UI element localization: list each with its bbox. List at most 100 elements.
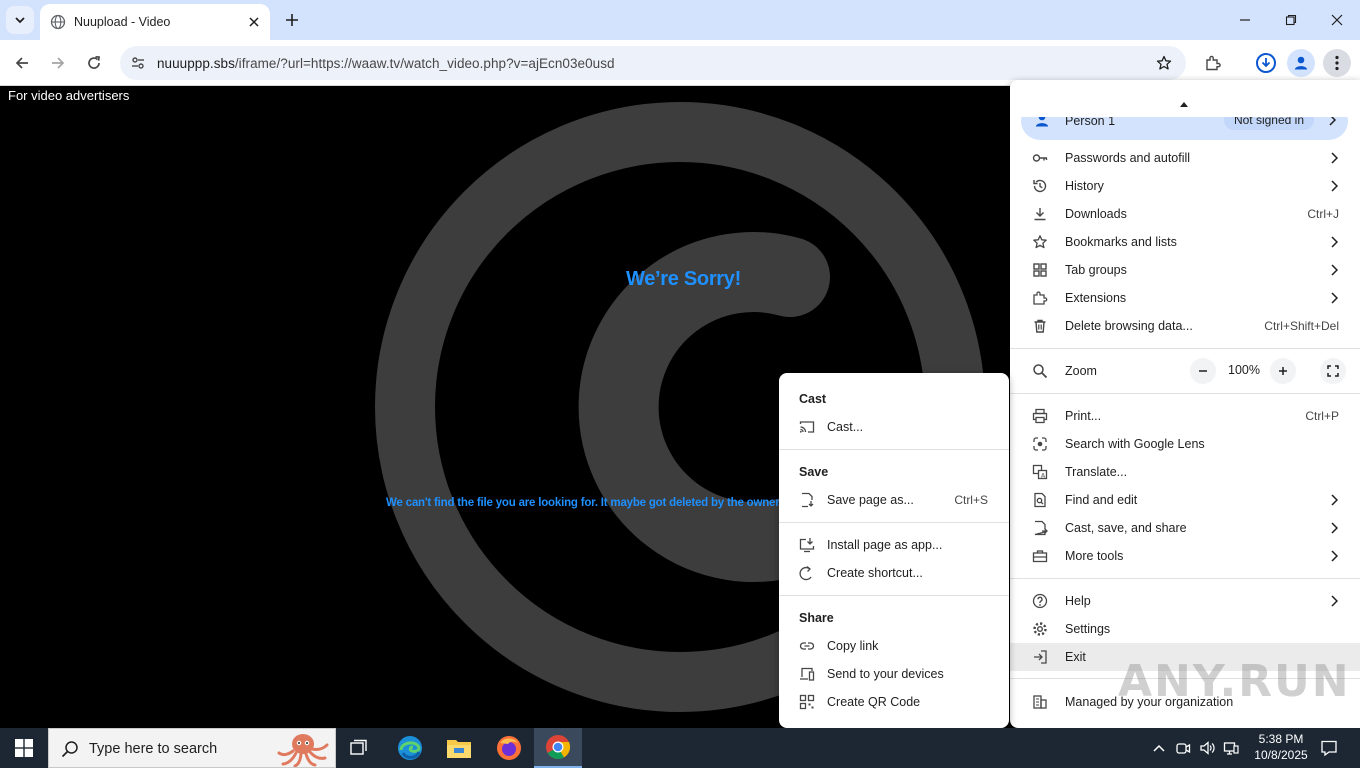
menu-item-google-lens[interactable]: Search with Google Lens <box>1010 430 1360 458</box>
submenu-item-label: Send to your devices <box>827 667 944 681</box>
menu-item-delete-browsing-data[interactable]: Delete browsing data... Ctrl+Shift+Del <box>1010 312 1360 340</box>
find-icon <box>1032 492 1048 508</box>
section-header-save: Save <box>799 465 829 479</box>
tab-groups-icon <box>1032 262 1048 278</box>
taskbar-search-box[interactable]: Type here to search <box>48 728 336 768</box>
submenu-item-create-shortcut[interactable]: Create shortcut... <box>779 559 1009 587</box>
menu-item-label: Cast, save, and share <box>1065 521 1187 535</box>
menu-divider <box>1010 348 1360 349</box>
menu-item-help[interactable]: Help <box>1010 587 1360 615</box>
submenu-item-shortcut: Ctrl+S <box>954 493 988 507</box>
submenu-item-cast[interactable]: Cast... <box>779 413 1009 441</box>
network-icon[interactable] <box>1221 738 1241 758</box>
submenu-item-send-to-devices[interactable]: Send to your devices <box>779 660 1009 688</box>
chevron-right-icon <box>1330 494 1339 509</box>
menu-item-passwords[interactable]: Passwords and autofill <box>1010 144 1360 172</box>
person-icon <box>1294 56 1308 70</box>
plus-icon <box>286 14 298 26</box>
menu-item-label: Find and edit <box>1065 493 1138 507</box>
submenu-item-label: Create QR Code <box>827 695 921 709</box>
firefox-icon <box>497 736 521 760</box>
chrome-app[interactable] <box>534 728 582 768</box>
submenu-item-qr-code[interactable]: Create QR Code <box>779 688 1009 716</box>
devices-icon <box>799 666 815 682</box>
star-icon <box>1032 234 1048 250</box>
globe-icon <box>50 14 66 30</box>
file-explorer-icon <box>447 740 471 758</box>
menu-item-history[interactable]: History <box>1010 172 1360 200</box>
menu-item-bookmarks[interactable]: Bookmarks and lists <box>1010 228 1360 256</box>
section-header-share: Share <box>799 611 834 625</box>
edge-app[interactable] <box>386 728 434 768</box>
menu-item-label: Bookmarks and lists <box>1065 235 1177 249</box>
minimize-button[interactable] <box>1222 0 1268 40</box>
submenu-item-save-page[interactable]: Save page as... Ctrl+S <box>779 486 1009 514</box>
menu-item-print[interactable]: Print... Ctrl+P <box>1010 402 1360 430</box>
submenu-item-install-app[interactable]: Install page as app... <box>779 531 1009 559</box>
menu-divider <box>1010 578 1360 579</box>
chevron-right-icon <box>1330 522 1339 537</box>
browser-tab[interactable]: Nuupload - Video <box>40 4 270 40</box>
lens-icon <box>1032 436 1048 452</box>
tray-chevron-up-icon[interactable] <box>1149 738 1169 758</box>
maximize-button[interactable] <box>1268 0 1314 40</box>
chevron-right-icon <box>1330 550 1339 565</box>
taskbar-clock[interactable]: 5:38 PM 10/8/2025 <box>1248 731 1314 763</box>
close-window-button[interactable] <box>1314 0 1360 40</box>
bookmark-star-icon[interactable] <box>1154 53 1174 73</box>
qr-code-icon <box>799 694 815 710</box>
extensions-button[interactable] <box>1199 49 1227 77</box>
menu-item-label: More tools <box>1065 549 1124 563</box>
menu-item-label: Tab groups <box>1065 263 1127 277</box>
exit-icon <box>1032 649 1048 665</box>
menu-item-find-and-edit[interactable]: Find and edit <box>1010 486 1360 514</box>
start-button[interactable] <box>0 728 48 768</box>
tab-strip: Nuupload - Video <box>0 0 1360 40</box>
scroll-up-icon[interactable] <box>1180 102 1188 107</box>
zoom-in-button[interactable] <box>1270 358 1296 384</box>
edge-icon <box>398 736 422 760</box>
volume-icon[interactable] <box>1197 738 1217 758</box>
menu-item-tab-groups[interactable]: Tab groups <box>1010 256 1360 284</box>
tab-close-icon[interactable] <box>244 12 264 32</box>
fullscreen-icon <box>1327 365 1339 377</box>
reload-button[interactable] <box>80 49 108 77</box>
menu-item-more-tools[interactable]: More tools <box>1010 542 1360 570</box>
menu-item-label: Search with Google Lens <box>1065 437 1205 451</box>
chevron-right-icon <box>1330 595 1339 610</box>
chrome-menu-button[interactable] <box>1323 49 1351 77</box>
menu-item-cast-save-share[interactable]: Cast, save, and share <box>1010 514 1360 542</box>
menu-item-label: Delete browsing data... <box>1065 319 1193 333</box>
minimize-icon <box>1240 19 1250 21</box>
forward-button[interactable] <box>44 49 72 77</box>
address-bar[interactable]: nuuuppp.sbs/iframe/?url=https://waaw.tv/… <box>120 46 1186 80</box>
section-header-cast: Cast <box>799 392 827 406</box>
new-tab-button[interactable] <box>280 8 304 32</box>
menu-item-translate[interactable]: A Translate... <box>1010 458 1360 486</box>
firefox-app[interactable] <box>485 728 533 768</box>
submenu-item-copy-link[interactable]: Copy link <box>779 632 1009 660</box>
task-view-icon <box>350 739 367 755</box>
menu-item-label: Print... <box>1065 409 1102 423</box>
zoom-out-button[interactable] <box>1190 358 1216 384</box>
task-view-button[interactable] <box>336 728 384 768</box>
notification-icon <box>1321 740 1337 757</box>
menu-item-label: History <box>1065 179 1104 193</box>
search-placeholder: Type here to search <box>89 741 218 757</box>
back-button[interactable] <box>8 49 36 77</box>
menu-item-settings[interactable]: Settings <box>1010 615 1360 643</box>
downloads-button[interactable] <box>1252 49 1280 77</box>
menu-item-extensions[interactable]: Extensions <box>1010 284 1360 312</box>
tab-search-button[interactable] <box>6 6 34 34</box>
site-settings-icon[interactable] <box>122 46 154 80</box>
advertisers-link[interactable]: For video advertisers <box>8 88 129 103</box>
menu-item-label: Settings <box>1065 622 1111 636</box>
fullscreen-button[interactable] <box>1320 358 1346 384</box>
notification-button[interactable] <box>1314 728 1344 768</box>
menu-item-downloads[interactable]: Downloads Ctrl+J <box>1010 200 1360 228</box>
menu-item-label: Downloads <box>1065 207 1127 221</box>
meet-now-icon[interactable] <box>1173 738 1193 758</box>
file-explorer-app[interactable] <box>435 728 483 768</box>
profile-button[interactable] <box>1287 49 1315 77</box>
chevron-right-icon <box>1330 180 1339 195</box>
